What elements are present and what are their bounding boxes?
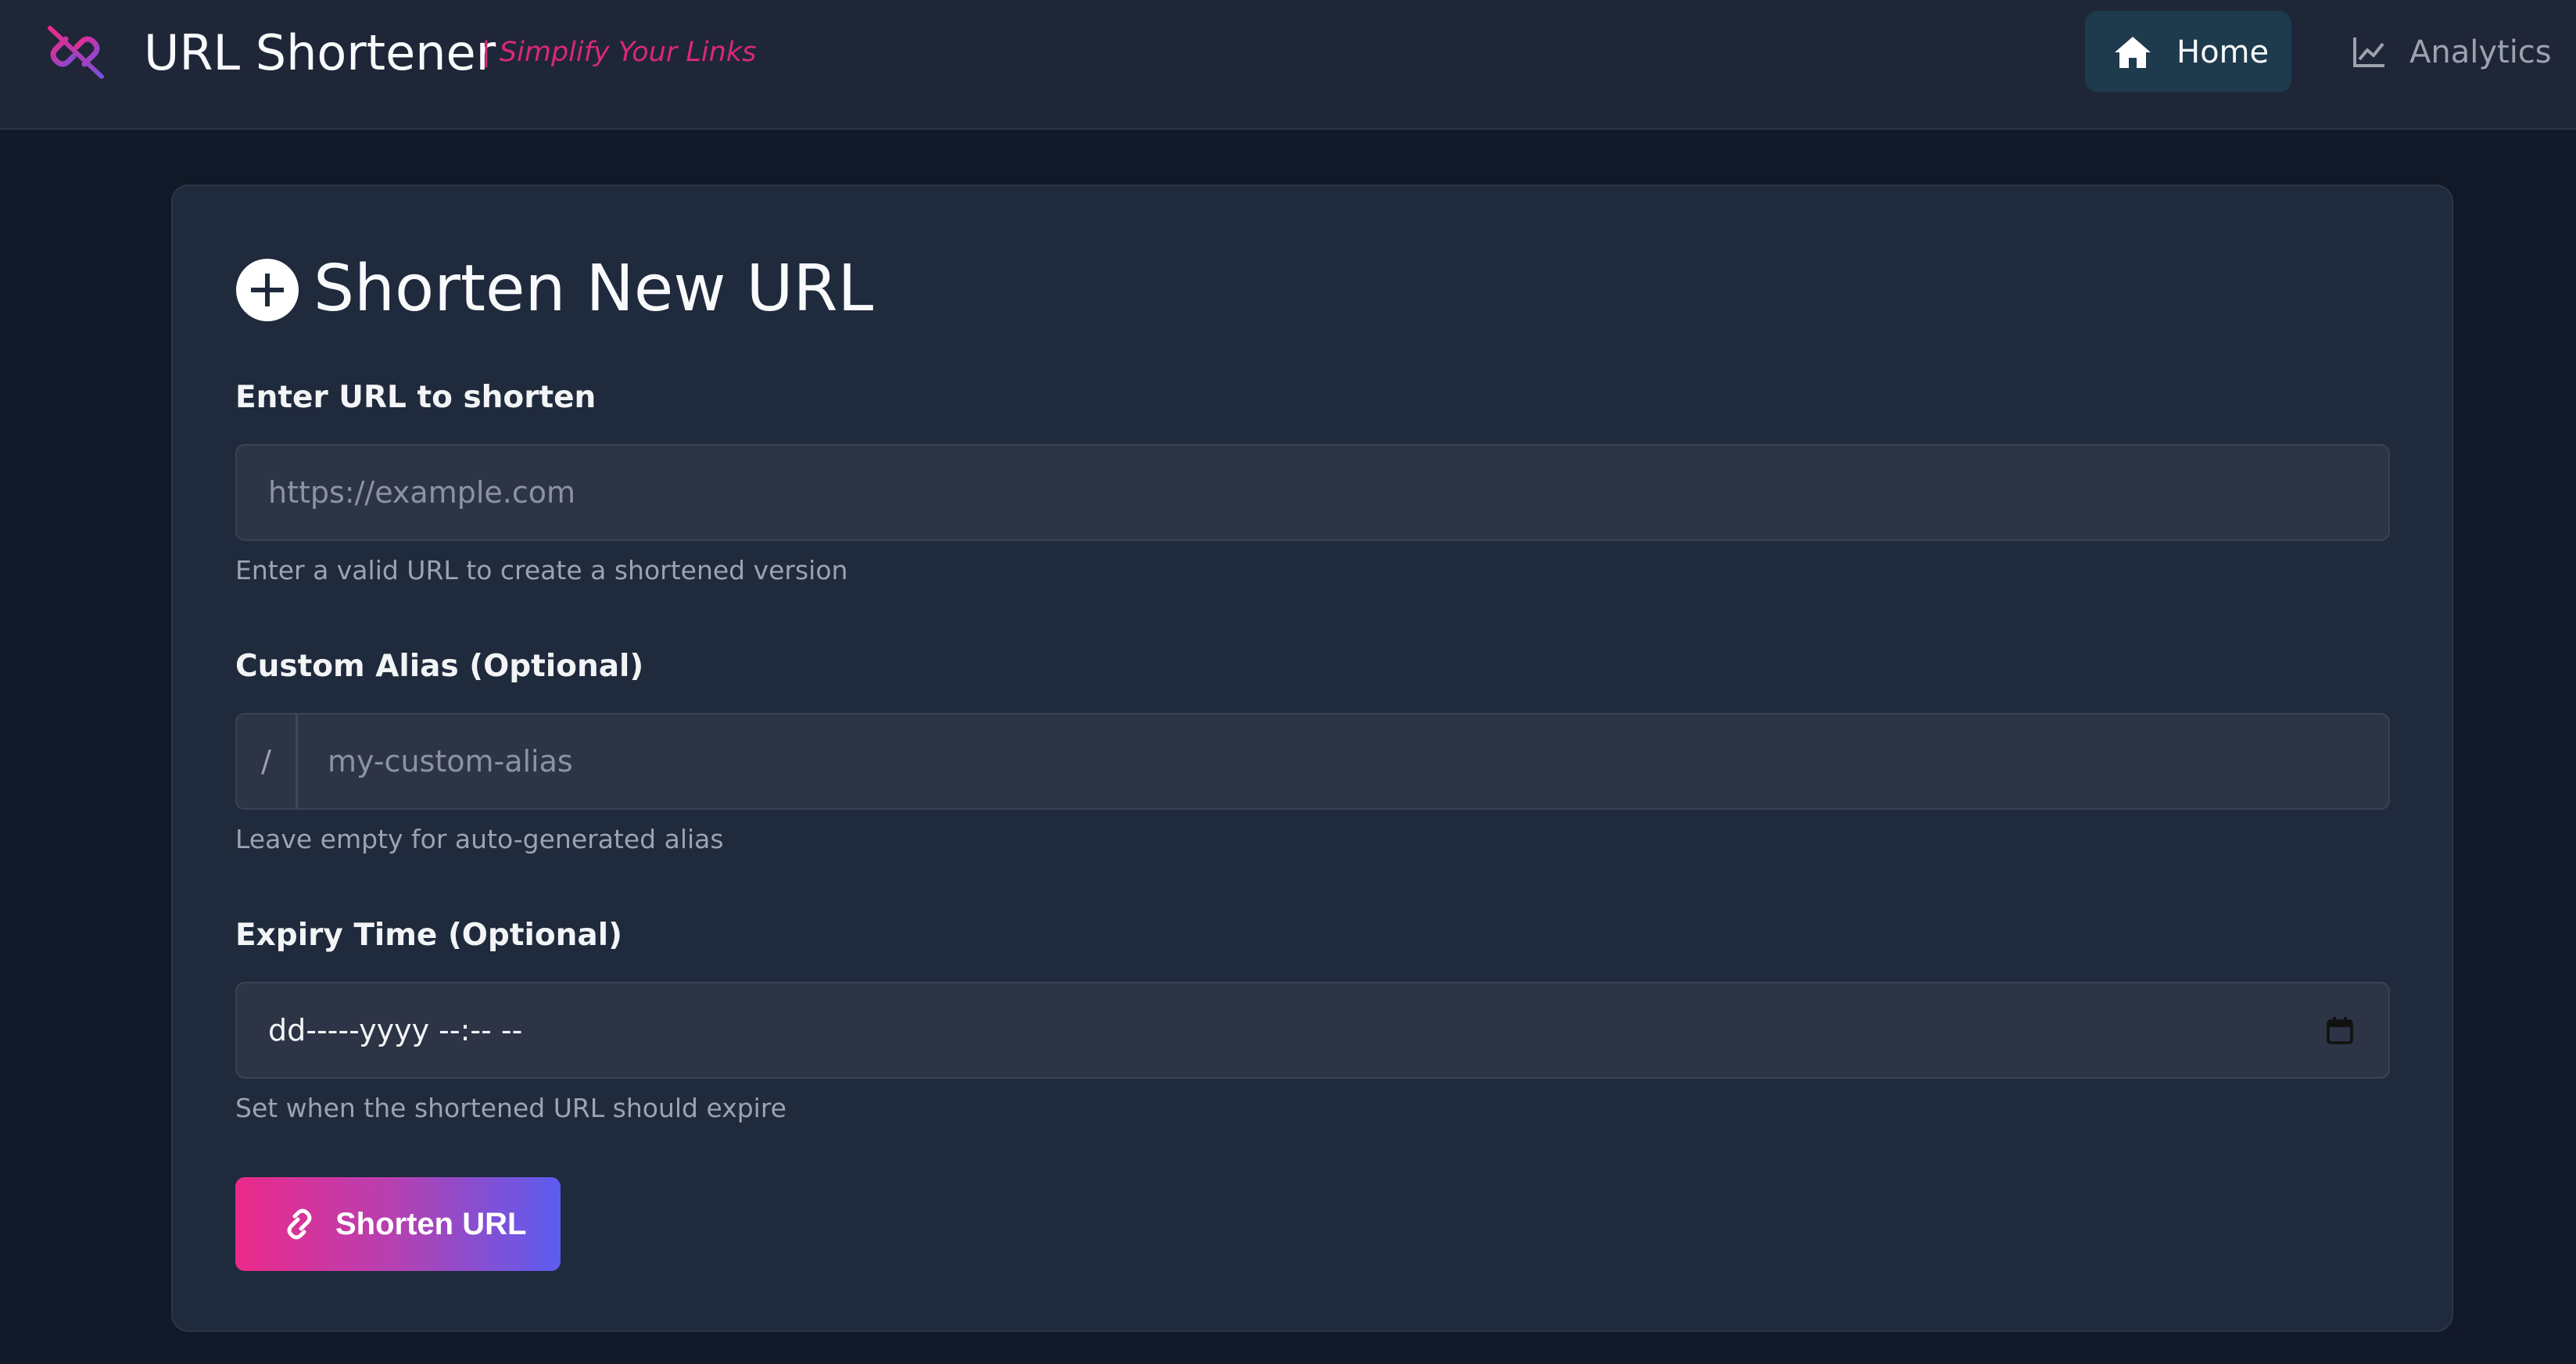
expiry-datetime-input[interactable]: dd-----yyyy --:-- --: [235, 982, 2390, 1079]
nav-analytics-label: Analytics: [2409, 34, 2552, 70]
home-icon: [2115, 37, 2151, 68]
top-navbar: URL Shortener | Simplify Your Links Home…: [0, 0, 2576, 130]
url-field-help: Enter a valid URL to create a shortened …: [235, 555, 848, 585]
brand-title: URL Shortener: [144, 24, 496, 81]
calendar-icon[interactable]: [2324, 1015, 2356, 1046]
alias-input[interactable]: [299, 714, 2387, 808]
chart-line-icon: [2353, 38, 2384, 67]
shorten-url-button[interactable]: Shorten URL: [235, 1177, 561, 1271]
alias-field-help: Leave empty for auto-generated alias: [235, 824, 724, 854]
expiry-field-label: Expiry Time (Optional): [235, 918, 622, 953]
expiry-datetime-value: dd-----yyyy --:-- --: [268, 1013, 523, 1047]
url-field-label: Enter URL to shorten: [235, 380, 597, 415]
brand-tagline: | Simplify Your Links: [482, 37, 757, 68]
link-icon: [287, 1208, 312, 1240]
plus-circle-icon: [236, 259, 299, 321]
nav-home-label: Home: [2177, 34, 2270, 70]
nav-analytics-tab[interactable]: Analytics: [2334, 11, 2552, 92]
alias-field-label: Custom Alias (Optional): [235, 649, 644, 684]
url-input[interactable]: [235, 444, 2390, 541]
shorten-url-button-label: Shorten URL: [335, 1207, 527, 1241]
alias-prefix: /: [237, 714, 298, 808]
broken-link-logo-icon: [48, 26, 104, 79]
expiry-field-help: Set when the shortened URL should expire: [235, 1093, 786, 1123]
card-title: Shorten New URL: [313, 252, 874, 326]
alias-input-group: /: [235, 713, 2390, 810]
nav-home-tab[interactable]: Home: [2085, 11, 2291, 92]
shorten-url-card: Shorten New URL Enter URL to shorten Ent…: [171, 184, 2453, 1332]
